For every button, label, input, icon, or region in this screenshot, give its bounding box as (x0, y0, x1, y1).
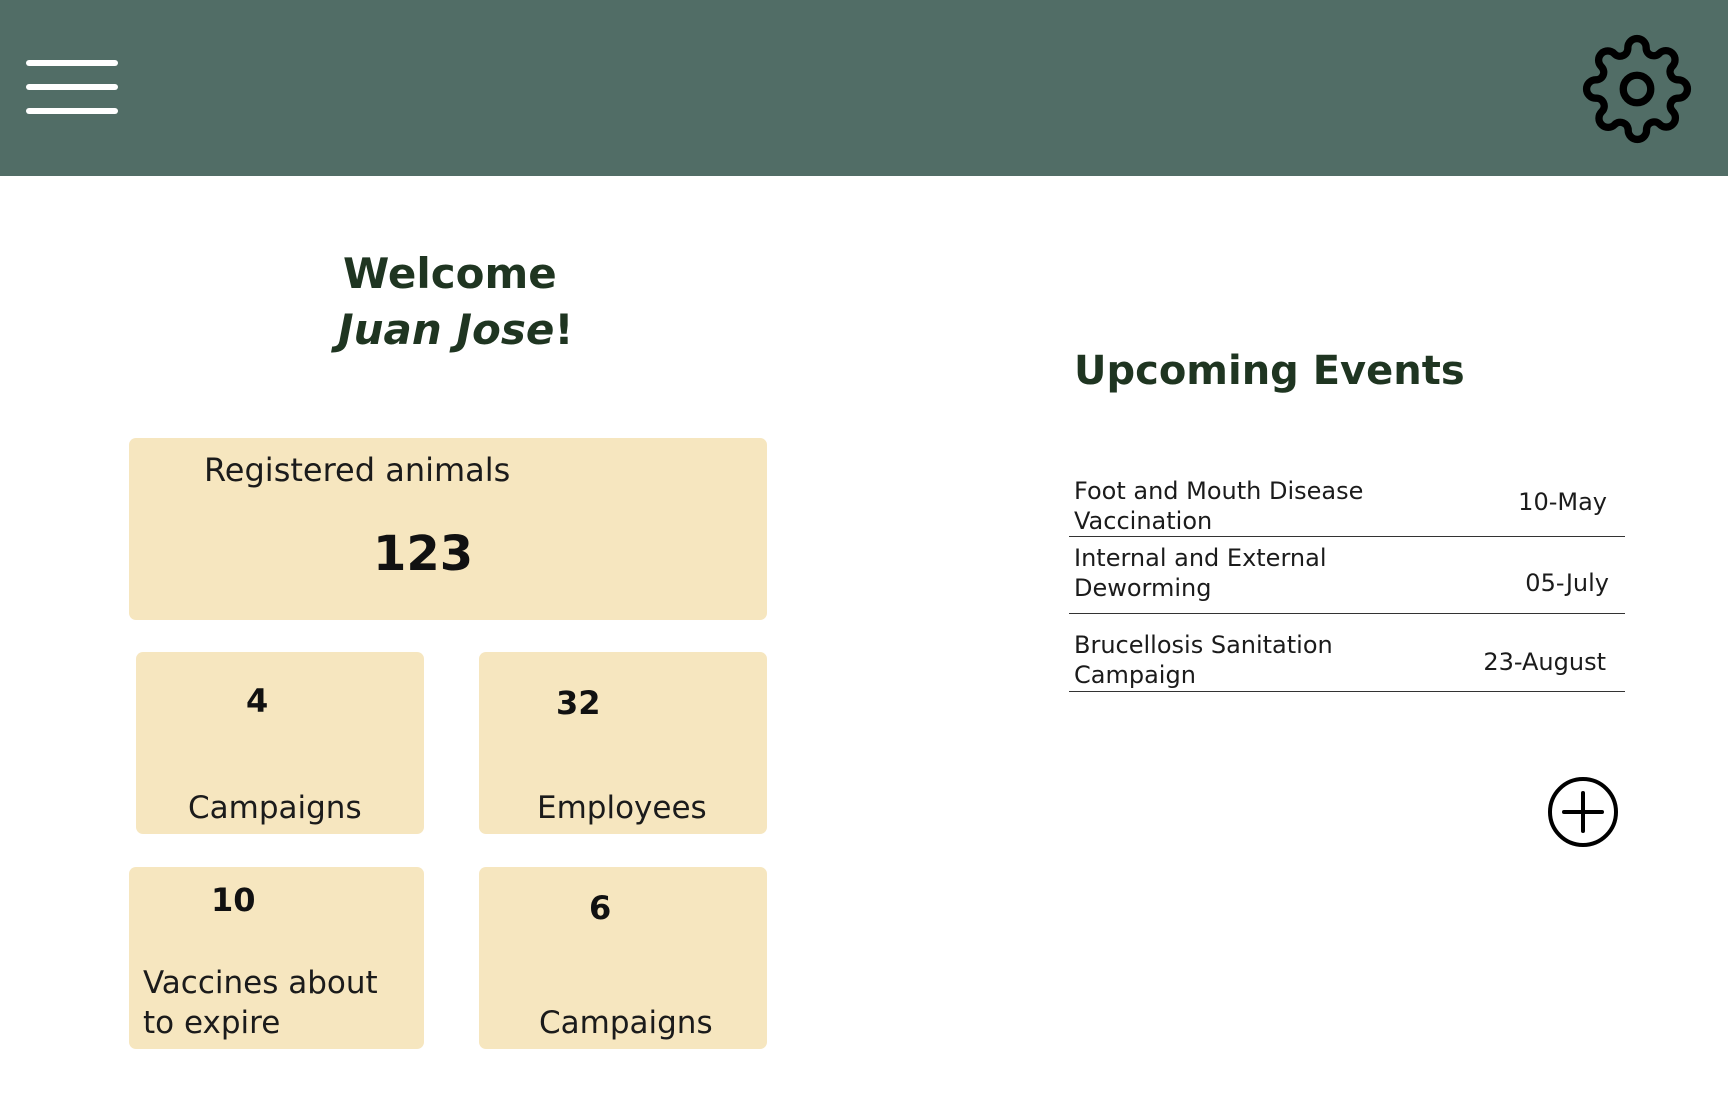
campaigns-2-value: 6 (589, 889, 612, 927)
welcome-heading: Welcome Juan Jose! (300, 246, 600, 358)
campaigns-value: 4 (246, 682, 269, 720)
event-date: 23-August (1483, 648, 1606, 676)
event-date: 10-May (1518, 488, 1607, 516)
employees-label: Employees (537, 790, 707, 826)
vaccines-expiring-label: Vaccines about to expire (143, 965, 378, 1041)
event-name: Brucellosis Sanitation Campaign (1074, 631, 1333, 689)
event-row[interactable]: Brucellosis Sanitation Campaign 23-Augus… (1069, 614, 1625, 692)
campaigns-2-label: Campaigns (539, 1005, 713, 1041)
welcome-greeting: Welcome (343, 249, 557, 298)
menu-button[interactable] (22, 58, 118, 120)
registered-animals-value: 123 (373, 526, 474, 582)
registered-animals-label: Registered animals (204, 451, 511, 489)
event-row[interactable]: Internal and External Deworming 05-July (1069, 537, 1625, 614)
user-name: Juan Jose (338, 305, 555, 354)
gear-icon (1582, 34, 1692, 144)
event-name: Foot and Mouth Disease Vaccination (1074, 477, 1364, 535)
campaigns-label: Campaigns (188, 790, 362, 826)
settings-button[interactable] (1582, 34, 1692, 144)
event-row[interactable]: Foot and Mouth Disease Vaccination 10-Ma… (1069, 470, 1625, 537)
event-name: Internal and External Deworming (1074, 544, 1327, 602)
hamburger-menu-icon (26, 60, 118, 66)
event-date: 05-July (1525, 569, 1609, 597)
events-list: Foot and Mouth Disease Vaccination 10-Ma… (1069, 470, 1625, 692)
top-bar (0, 0, 1728, 176)
registered-animals-card[interactable]: Registered animals 123 (129, 438, 767, 620)
plus-circle-icon (1548, 777, 1618, 847)
employees-card[interactable]: 32 Employees (479, 652, 767, 834)
add-event-button[interactable] (1547, 776, 1619, 848)
campaigns-card[interactable]: 4 Campaigns (136, 652, 424, 834)
upcoming-events-title: Upcoming Events (1074, 348, 1465, 394)
vaccines-expiring-value: 10 (211, 881, 256, 919)
welcome-exclamation: ! (554, 305, 574, 354)
vaccines-expiring-card[interactable]: 10 Vaccines about to expire (129, 867, 424, 1049)
campaigns-card-2[interactable]: 6 Campaigns (479, 867, 767, 1049)
employees-value: 32 (556, 684, 601, 722)
